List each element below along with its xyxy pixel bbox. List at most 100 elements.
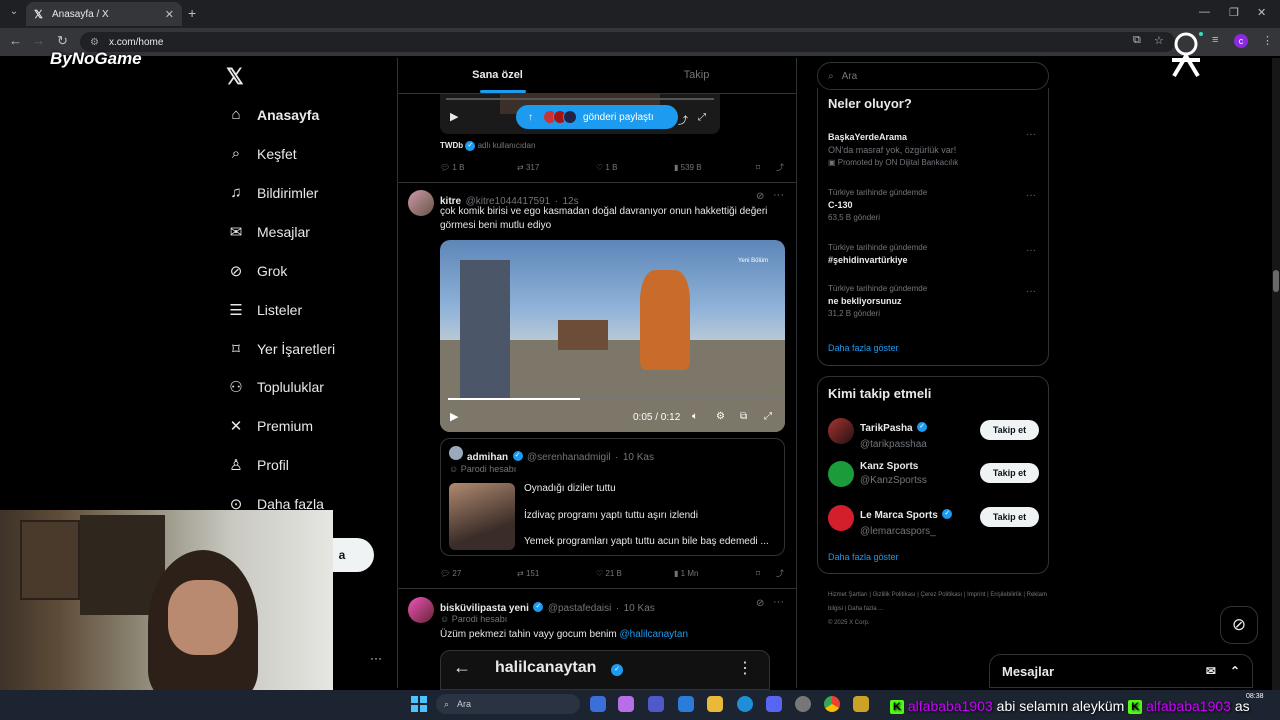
like-button[interactable]: ♡ 21 B bbox=[596, 568, 674, 579]
pip-icon[interactable]: ⧉ bbox=[740, 411, 747, 422]
reply-button[interactable]: 💬︎ 1 B bbox=[440, 162, 517, 173]
follow-button[interactable]: Takip et bbox=[980, 507, 1039, 527]
sidebar-item-communities[interactable]: ⚇ Topluluklar bbox=[226, 378, 324, 396]
file-explorer-icon[interactable] bbox=[707, 696, 723, 712]
chrome-icon[interactable] bbox=[824, 696, 840, 712]
cast-icon[interactable]: ⧉ bbox=[1133, 34, 1141, 47]
discord-icon[interactable] bbox=[766, 696, 782, 712]
grok-explain-icon[interactable]: ⊘ bbox=[756, 598, 764, 609]
trend-more-icon[interactable]: ··· bbox=[1026, 245, 1036, 256]
scrollbar-thumb[interactable] bbox=[1273, 270, 1279, 292]
share-icon[interactable]: ⤴ bbox=[678, 112, 688, 127]
avatar[interactable] bbox=[828, 505, 854, 531]
sidebar-item-profile[interactable]: ♙ Profil bbox=[226, 456, 289, 474]
expand-icon[interactable]: ⌃ bbox=[1230, 664, 1240, 678]
sidebar-item-grok[interactable]: ⊘ Grok bbox=[226, 262, 288, 280]
sidebar-item-messages[interactable]: ✉ Mesajlar bbox=[226, 223, 310, 241]
bookmark-icon[interactable]: ⌑ bbox=[756, 162, 776, 173]
page-scrollbar[interactable] bbox=[1272, 58, 1280, 690]
edge-icon[interactable] bbox=[737, 696, 753, 712]
trend-more-icon[interactable]: ··· bbox=[1026, 190, 1036, 201]
maximize-icon[interactable]: ❐ bbox=[1229, 6, 1239, 19]
sidebar-item-lists[interactable]: ☰ Listeler bbox=[226, 301, 302, 319]
fullscreen-icon[interactable]: ⤢ bbox=[764, 411, 772, 422]
fullscreen-icon[interactable]: ⤢ bbox=[698, 112, 706, 123]
views-button[interactable]: ▮ 1 Mn bbox=[674, 568, 756, 579]
sidebar-item-home[interactable]: ⌂ Anasayfa bbox=[226, 106, 319, 123]
mention-link[interactable]: @halilcanaytan bbox=[620, 629, 689, 640]
follow-suggestion[interactable]: Kanz Sports @KanzSportss bbox=[860, 461, 927, 486]
forward-icon[interactable]: → bbox=[32, 33, 45, 48]
sidebar-item-premium[interactable]: ✕ Premium bbox=[226, 417, 313, 435]
address-bar[interactable]: ⚙ x.com/home bbox=[80, 32, 1175, 52]
play-icon[interactable]: ▶ bbox=[450, 110, 458, 123]
app-icon[interactable] bbox=[795, 696, 811, 712]
footer-link[interactable]: Çerez Politikası bbox=[921, 592, 963, 598]
grok-fab-icon[interactable]: ⊘ bbox=[1220, 606, 1258, 644]
teams-icon[interactable] bbox=[648, 696, 664, 712]
author-handle[interactable]: @pastafedaisi bbox=[548, 603, 612, 614]
trend-more-icon[interactable]: ··· bbox=[1026, 129, 1036, 140]
profile-avatar[interactable]: c bbox=[1234, 34, 1248, 48]
x-logo[interactable]: 𝕏 bbox=[226, 64, 244, 90]
trend-item[interactable]: Türkiye tarihinde gündemde #şehidinvartü… bbox=[828, 243, 1038, 268]
new-posts-pill[interactable]: ↑ gönderi paylaştı bbox=[516, 105, 678, 129]
site-info-icon[interactable]: ⚙ bbox=[90, 37, 99, 48]
follow-button[interactable]: Takip et bbox=[980, 420, 1039, 440]
repost-button[interactable]: ⇄ 317 bbox=[517, 162, 596, 173]
reply-button[interactable]: 💬︎ 27 bbox=[440, 568, 517, 579]
copilot-icon[interactable] bbox=[618, 696, 634, 712]
trend-more-icon[interactable]: ··· bbox=[1026, 286, 1036, 297]
avatar[interactable] bbox=[828, 461, 854, 487]
video-progress[interactable] bbox=[446, 98, 714, 100]
post-time[interactable]: 10 Kas bbox=[624, 603, 655, 614]
bookmark-icon[interactable]: ⌑ bbox=[756, 568, 776, 579]
back-icon[interactable]: ← bbox=[9, 33, 22, 48]
post-image[interactable]: ← halilcanaytan ✓ ⋮ bbox=[440, 650, 770, 690]
more-options-icon[interactable]: ··· bbox=[773, 189, 784, 201]
menu-icon[interactable]: ⋮ bbox=[1262, 34, 1273, 47]
trend-item[interactable]: Türkiye tarihinde gündemde ne bekliyorsu… bbox=[828, 284, 1038, 318]
footer-link[interactable]: Daha fazla ... bbox=[848, 606, 883, 612]
play-icon[interactable]: ▶ bbox=[450, 410, 458, 423]
settings-icon[interactable]: ⚙ bbox=[716, 411, 725, 422]
close-window-icon[interactable]: ✕ bbox=[1257, 6, 1266, 19]
reload-icon[interactable]: ↻ bbox=[57, 33, 68, 49]
new-message-icon[interactable]: ✉ bbox=[1206, 664, 1216, 678]
sidebar-item-bookmarks[interactable]: ⌑ Yer İşaretleri bbox=[226, 340, 335, 358]
trend-item[interactable]: BaşkaYerdeArama ON'da masraf yok, özgürl… bbox=[828, 129, 1038, 167]
footer-link[interactable]: Gizlilik Politikası bbox=[873, 592, 916, 598]
bookmark-star-icon[interactable]: ☆ bbox=[1154, 34, 1164, 47]
app-icon[interactable] bbox=[853, 696, 869, 712]
tab-for-you[interactable]: Sana özel bbox=[398, 58, 597, 93]
messages-drawer[interactable]: Mesajlar ✉ ⌃ bbox=[989, 654, 1253, 688]
share-icon[interactable]: ⤴ bbox=[776, 162, 784, 173]
search-input[interactable]: ⌕ Ara bbox=[817, 62, 1049, 90]
minimize-icon[interactable]: — bbox=[1199, 6, 1210, 18]
trend-item[interactable]: Türkiye tarihinde gündemde C-130 63,5 B … bbox=[828, 188, 1038, 222]
sidebar-item-explore[interactable]: ⌕ Keşfet bbox=[226, 145, 297, 162]
like-button[interactable]: ♡ 1 B bbox=[596, 162, 674, 173]
taskview-icon[interactable] bbox=[590, 696, 606, 712]
follow-button[interactable]: Takip et bbox=[980, 463, 1039, 483]
share-icon[interactable]: ⤴ bbox=[776, 568, 784, 579]
avatar[interactable] bbox=[408, 190, 434, 216]
close-tab-icon[interactable]: ✕ bbox=[165, 8, 174, 21]
more-options-icon[interactable]: ··· bbox=[773, 596, 784, 608]
avatar[interactable] bbox=[408, 597, 434, 623]
reading-list-icon[interactable]: ≡ bbox=[1212, 34, 1218, 46]
start-icon[interactable] bbox=[411, 696, 427, 712]
account-menu-icon[interactable]: ··· bbox=[370, 651, 382, 665]
tab-search-icon[interactable]: ⌄ bbox=[6, 6, 22, 22]
tab-following[interactable]: Takip bbox=[597, 58, 796, 93]
grok-explain-icon[interactable]: ⊘ bbox=[756, 191, 764, 202]
browser-tab[interactable]: 𝕏 Anasayfa / X ✕ bbox=[26, 2, 182, 26]
mute-icon[interactable]: 🔈︎ bbox=[692, 411, 698, 422]
store-icon[interactable] bbox=[678, 696, 694, 712]
sidebar-item-notifications[interactable]: ♫ Bildirimler bbox=[226, 184, 318, 201]
footer-link[interactable]: Hizmet Şartları bbox=[828, 592, 868, 598]
new-tab-icon[interactable]: + bbox=[188, 5, 196, 21]
avatar[interactable] bbox=[828, 418, 854, 444]
show-more-link[interactable]: Daha fazla göster bbox=[828, 343, 899, 353]
post-video[interactable]: Yeni Bölüm ▶ 0:05 / 0:12 🔈︎ ⚙ ⧉ ⤢ bbox=[440, 240, 785, 432]
